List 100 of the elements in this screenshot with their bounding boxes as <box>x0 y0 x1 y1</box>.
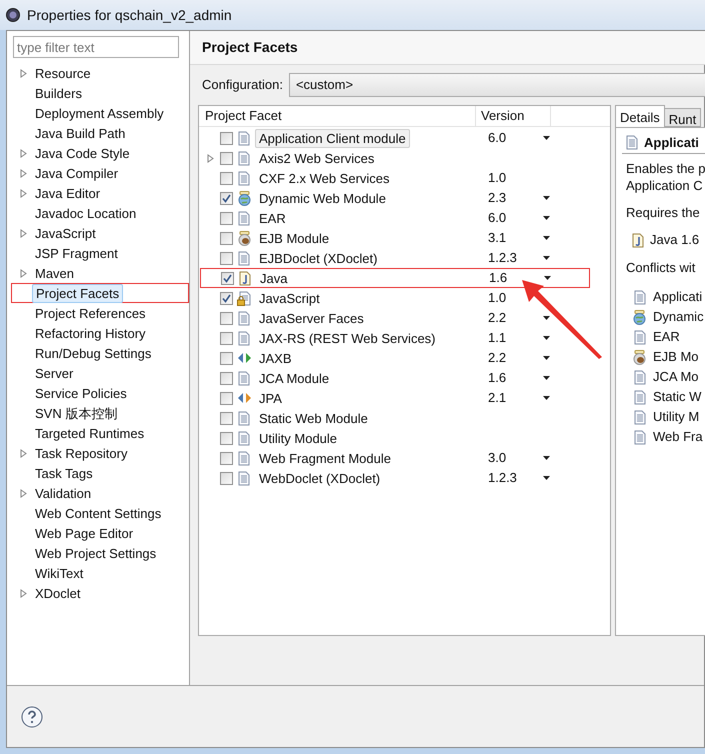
dropdown-caret-icon[interactable] <box>543 336 550 340</box>
checkbox[interactable] <box>220 332 233 344</box>
checkbox[interactable] <box>220 352 233 364</box>
expand-triangle-icon[interactable] <box>20 148 27 158</box>
sidebar-item[interactable]: Run/Debug Settings <box>31 344 156 362</box>
checkbox[interactable] <box>220 212 233 224</box>
dropdown-caret-icon[interactable] <box>543 376 550 380</box>
facet-name[interactable]: EAR <box>255 208 290 228</box>
sidebar-item[interactable]: Builders <box>31 84 86 102</box>
sidebar-item[interactable]: Task Tags <box>31 464 97 482</box>
dropdown-caret-icon[interactable] <box>543 356 550 360</box>
checkbox[interactable] <box>220 232 233 244</box>
facet-version[interactable]: 2.2 <box>488 350 506 366</box>
checkbox[interactable] <box>220 392 233 404</box>
checkbox[interactable] <box>221 272 234 284</box>
expand-triangle-icon[interactable] <box>20 448 27 458</box>
sidebar-item[interactable]: Service Policies <box>31 384 131 402</box>
facet-name[interactable]: JAX-RS (REST Web Services) <box>255 328 440 348</box>
sidebar-item[interactable]: WikiText <box>31 564 88 582</box>
checkbox[interactable] <box>220 152 233 164</box>
facet-version[interactable]: 6.0 <box>488 130 506 146</box>
checkbox[interactable] <box>220 452 233 464</box>
filter-field[interactable]: type filter text <box>13 36 179 58</box>
facet-version[interactable]: 3.1 <box>488 230 506 246</box>
sidebar-item[interactable]: Refactoring History <box>31 324 150 342</box>
expand-triangle-icon[interactable] <box>20 488 27 498</box>
facet-version[interactable]: 2.3 <box>488 190 506 206</box>
sidebar-item[interactable]: JSP Fragment <box>31 244 122 262</box>
sidebar-item[interactable]: Project Facets <box>32 284 124 302</box>
facet-version[interactable]: 1.6 <box>489 270 508 286</box>
dropdown-caret-icon[interactable] <box>543 136 550 140</box>
facet-name[interactable]: Web Fragment Module <box>255 448 395 468</box>
checkbox[interactable] <box>220 192 233 204</box>
facet-name[interactable]: Axis2 Web Services <box>255 148 378 168</box>
facet-version[interactable]: 1.0 <box>488 170 506 186</box>
sidebar-item[interactable]: XDoclet <box>31 584 85 602</box>
facet-name[interactable]: EJBDoclet (XDoclet) <box>255 248 382 268</box>
sidebar-item[interactable]: Project References <box>31 304 150 322</box>
checkbox[interactable] <box>220 472 233 484</box>
facet-name[interactable]: Application Client module <box>255 128 410 148</box>
facet-name[interactable]: Dynamic Web Module <box>255 188 390 208</box>
expand-triangle-icon[interactable] <box>20 188 27 198</box>
dropdown-caret-icon[interactable] <box>543 456 550 460</box>
sidebar-item[interactable]: Web Project Settings <box>31 544 160 562</box>
sidebar-item[interactable]: Java Editor <box>31 184 104 202</box>
sidebar-item[interactable]: Java Compiler <box>31 164 122 182</box>
facet-version[interactable]: 1.6 <box>488 370 506 386</box>
facet-name[interactable]: Java <box>256 268 292 288</box>
sidebar-item[interactable]: Task Repository <box>31 444 132 462</box>
facet-version[interactable]: 1.2.3 <box>488 250 517 266</box>
facet-version[interactable]: 3.0 <box>488 450 506 466</box>
sidebar-item[interactable]: Web Page Editor <box>31 524 138 542</box>
dropdown-caret-icon[interactable] <box>543 236 550 240</box>
checkbox[interactable] <box>220 132 233 144</box>
facet-version[interactable]: 6.0 <box>488 210 506 226</box>
sidebar-item[interactable]: Java Build Path <box>31 124 130 142</box>
sidebar-item[interactable]: Maven <box>31 264 78 282</box>
dropdown-caret-icon[interactable] <box>543 476 550 480</box>
facet-version[interactable]: 2.1 <box>488 390 506 406</box>
column-header[interactable]: Project Facet <box>199 106 476 126</box>
dropdown-caret-icon[interactable] <box>543 316 550 320</box>
facet-name[interactable]: JavaScript <box>255 288 324 308</box>
sidebar-item[interactable]: Targeted Runtimes <box>31 424 148 442</box>
facet-name[interactable]: Utility Module <box>255 428 342 448</box>
dropdown-caret-icon[interactable] <box>543 396 550 400</box>
sidebar-item[interactable]: Deployment Assembly <box>31 104 168 122</box>
checkbox[interactable] <box>220 312 233 324</box>
checkbox[interactable] <box>220 432 233 444</box>
expand-triangle-icon[interactable] <box>20 268 27 278</box>
column-header[interactable]: Version <box>476 106 551 126</box>
configuration-combo[interactable]: <custom> <box>288 73 705 97</box>
dropdown-caret-icon[interactable] <box>543 216 550 220</box>
facet-name[interactable]: JAXB <box>255 348 296 368</box>
facet-version[interactable]: 1.0 <box>488 290 506 306</box>
facet-name[interactable]: Static Web Module <box>255 408 372 428</box>
expand-triangle-icon[interactable] <box>20 588 27 598</box>
facet-name[interactable]: JavaServer Faces <box>255 308 368 328</box>
facet-version[interactable]: 1.2.3 <box>488 470 517 486</box>
sidebar-item[interactable]: Javadoc Location <box>31 204 140 222</box>
facet-name[interactable]: EJB Module <box>255 228 334 248</box>
facet-name[interactable]: CXF 2.x Web Services <box>255 168 394 188</box>
checkbox[interactable] <box>220 252 233 264</box>
sidebar-item[interactable]: Resource <box>31 64 95 82</box>
tab[interactable]: Runt <box>664 108 702 127</box>
expand-triangle-icon[interactable] <box>20 228 27 238</box>
expand-triangle-icon[interactable] <box>20 68 27 78</box>
sidebar-item[interactable]: SVN 版本控制 <box>31 404 122 422</box>
checkbox[interactable] <box>220 292 233 304</box>
sidebar-item[interactable]: Java Code Style <box>31 144 134 162</box>
tab[interactable]: Details <box>615 105 665 127</box>
sidebar-item[interactable]: Server <box>31 364 78 382</box>
sidebar-item[interactable]: JavaScript <box>31 224 100 242</box>
facet-name[interactable]: WebDoclet (XDoclet) <box>255 468 384 488</box>
facet-version[interactable]: 1.1 <box>488 330 506 346</box>
expand-triangle-icon[interactable] <box>20 168 27 178</box>
checkbox[interactable] <box>220 172 233 184</box>
checkbox[interactable] <box>220 412 233 424</box>
dropdown-caret-icon[interactable] <box>543 256 550 260</box>
dropdown-caret-icon[interactable] <box>543 196 550 200</box>
help-icon[interactable] <box>21 706 43 728</box>
